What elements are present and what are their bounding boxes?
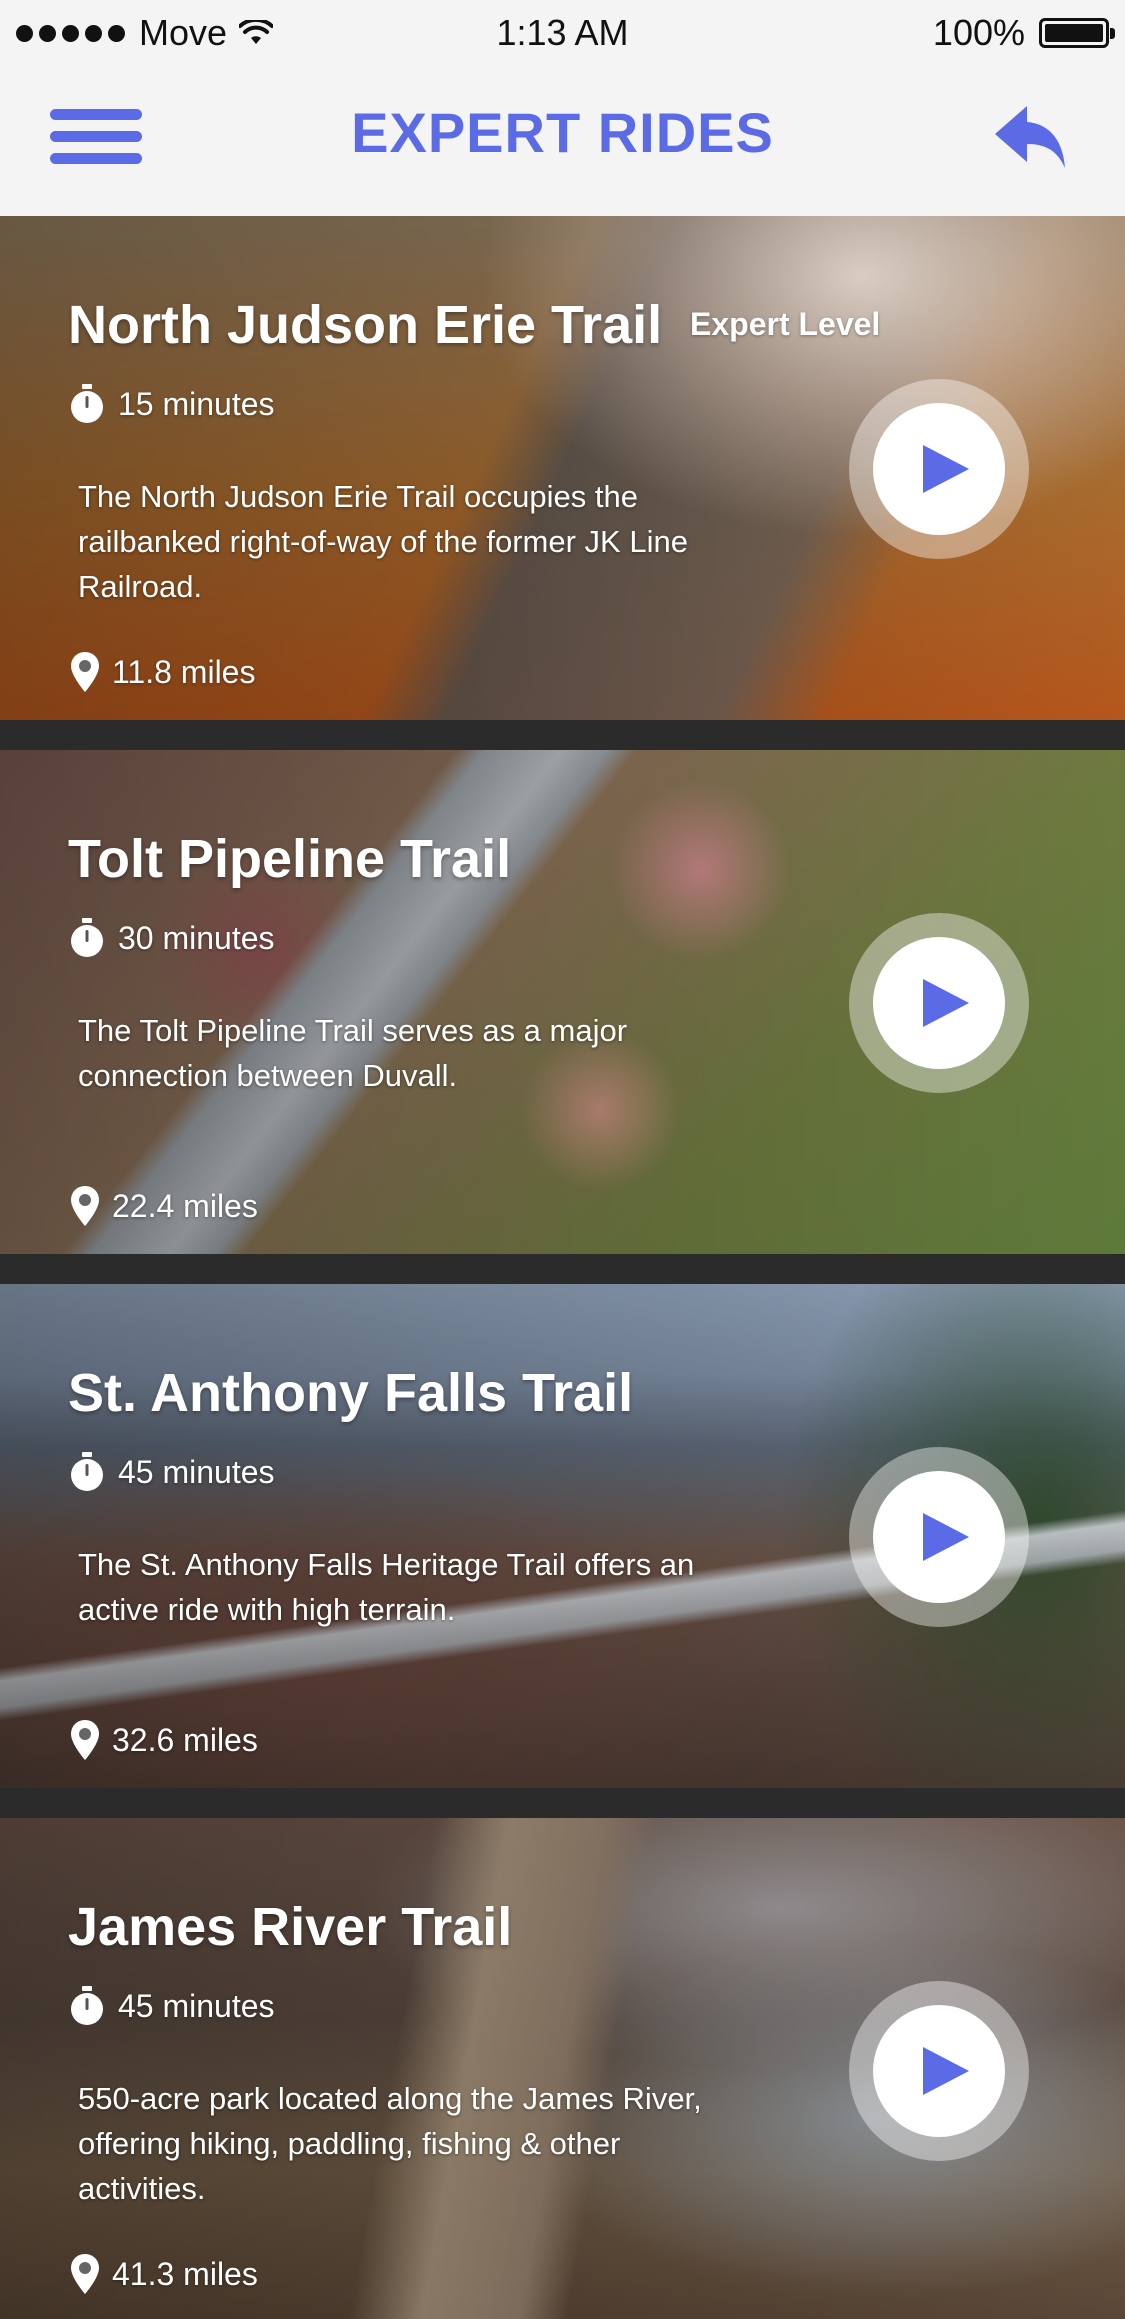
card-divider [0, 720, 1125, 750]
trail-description: The North Judson Erie Trail occupies the… [78, 479, 688, 604]
card-divider [0, 1788, 1125, 1818]
trail-distance: 22.4 miles [70, 1186, 258, 1226]
trail-distance: 41.3 miles [70, 2254, 258, 2294]
trail-title: North Judson Erie Trail [68, 295, 663, 355]
trail-description: 550-acre park located along the James Ri… [78, 2081, 702, 2206]
trail-card[interactable]: North Judson Erie Trail Expert Level 15 … [0, 216, 1125, 720]
stopwatch-icon [71, 384, 103, 423]
nav-bar: EXPERT RIDES [0, 66, 1125, 216]
trail-title: James River Trail [68, 1897, 513, 1957]
play-icon [923, 2047, 969, 2095]
trail-duration-label: 45 minutes [118, 1453, 275, 1490]
trail-distance-label: 11.8 miles [112, 653, 256, 690]
trail-title: Tolt Pipeline Trail [68, 829, 512, 889]
location-pin-icon [71, 2254, 99, 2294]
trail-distance-label: 22.4 miles [112, 1187, 258, 1224]
play-icon [923, 979, 969, 1027]
trail-card[interactable]: James River Trail 45 minutes 550-acre pa… [0, 1818, 1125, 2319]
trail-title: St. Anthony Falls Trail [68, 1363, 634, 1423]
trail-card[interactable]: St. Anthony Falls Trail 45 minutes The S… [0, 1284, 1125, 1788]
trail-distance: 32.6 miles [70, 1720, 258, 1760]
stopwatch-icon [71, 1986, 103, 2025]
trail-distance-label: 41.3 miles [112, 2255, 258, 2292]
trail-description: The Tolt Pipeline Trail serves as a majo… [78, 1013, 628, 1093]
play-button[interactable] [849, 1447, 1029, 1627]
trail-card[interactable]: Tolt Pipeline Trail 30 minutes The Tolt … [0, 750, 1125, 1254]
trail-duration-label: 30 minutes [118, 919, 275, 956]
trail-duration: 30 minutes [68, 918, 275, 958]
play-icon [923, 1513, 969, 1561]
trail-description: The St. Anthony Falls Heritage Trail off… [78, 1547, 695, 1627]
stopwatch-icon [71, 1452, 103, 1491]
location-pin-icon [71, 1720, 99, 1760]
page-title: EXPERT RIDES [351, 101, 774, 164]
trail-distance-label: 32.6 miles [112, 1721, 258, 1758]
trail-level: Expert Level [690, 306, 881, 342]
reply-arrow-icon[interactable] [993, 102, 1069, 174]
battery-icon [1039, 18, 1115, 48]
play-button[interactable] [849, 379, 1029, 559]
trail-duration: 45 minutes [68, 1452, 275, 1492]
stopwatch-icon [71, 918, 103, 957]
location-pin-icon [71, 652, 99, 692]
status-bar: Move 1:13 AM 100% [0, 0, 1125, 66]
trail-distance: 11.8 miles [70, 652, 255, 692]
play-button[interactable] [849, 913, 1029, 1093]
trail-duration-label: 45 minutes [118, 1987, 275, 2024]
location-pin-icon [71, 1186, 99, 1226]
play-button[interactable] [849, 1981, 1029, 2161]
card-divider [0, 1254, 1125, 1284]
play-icon [923, 445, 969, 493]
trail-duration-label: 15 minutes [118, 385, 275, 422]
status-right: 100% [932, 12, 1115, 54]
battery-percent: 100% [932, 12, 1025, 53]
trail-duration: 15 minutes [68, 384, 275, 424]
trail-duration: 45 minutes [68, 1986, 275, 2026]
